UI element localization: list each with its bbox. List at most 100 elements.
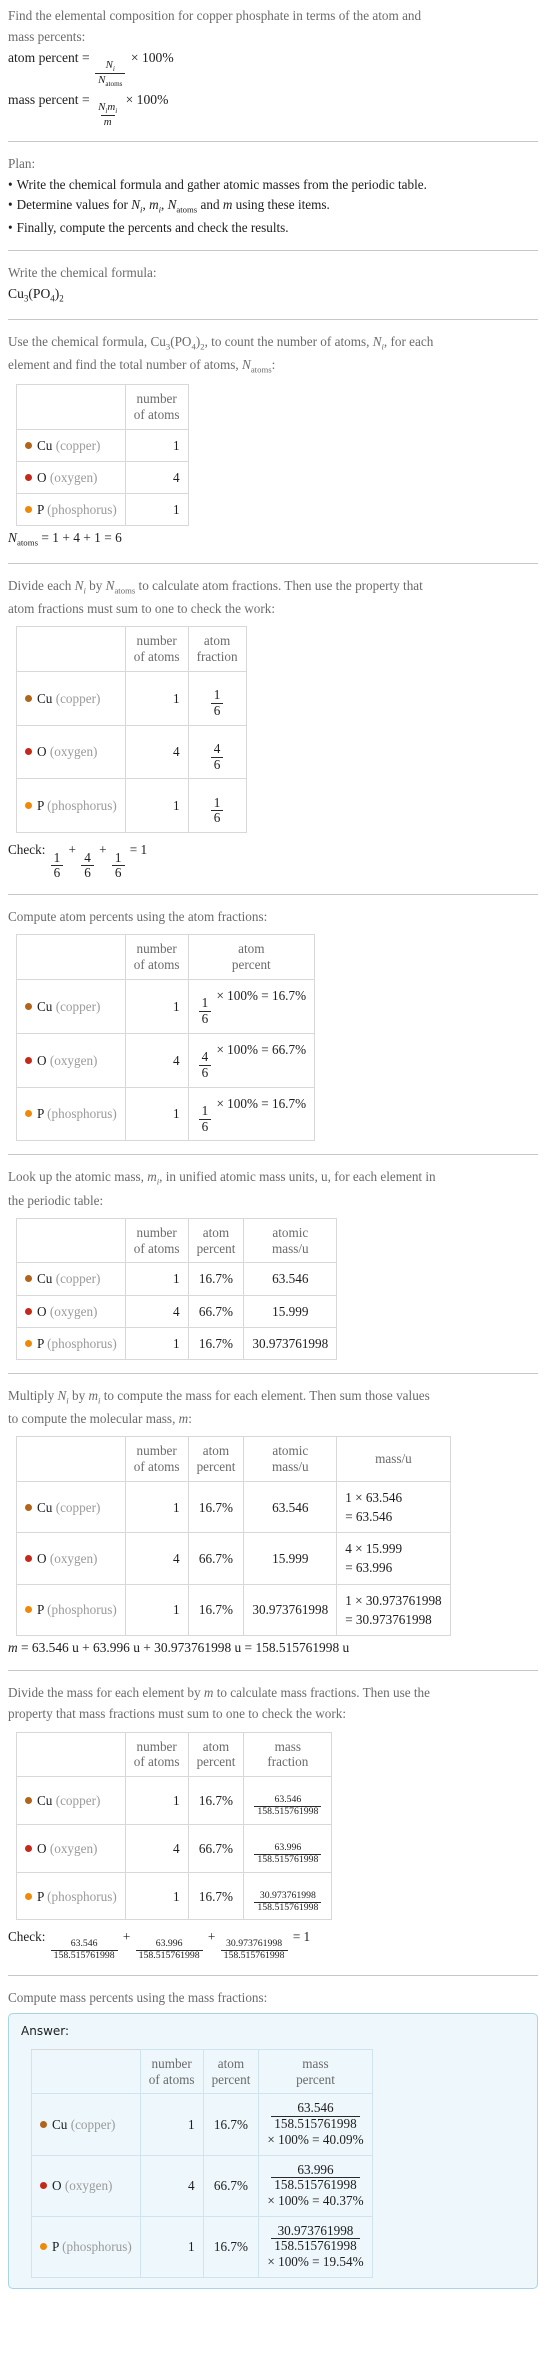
o-color-dot — [25, 1554, 32, 1562]
column-header-atom-percent: atom percent — [187, 1436, 245, 1482]
mass-fraction-cell-p: 30.973761998 158.515761998 — [243, 1871, 333, 1921]
n-sub-i-numerator: N — [105, 58, 113, 71]
count-cell-cu: 1 — [124, 978, 189, 1034]
fraction-cell-o: 46 — [187, 724, 247, 780]
table-row: P (phosphorus) 1 16 — [16, 778, 247, 834]
o-color-dot — [25, 1844, 32, 1852]
element-cell-p: P (phosphorus) — [31, 2215, 141, 2278]
element-cell-o: O (oxygen) — [31, 2154, 141, 2217]
step-prompt-line-1: Divide the mass for each element by m to… — [8, 1685, 430, 1701]
atom-percent-cell-p: 16.7% — [187, 1326, 245, 1360]
mass-percent-cell-o: 63.996 158.515761998 × 100% = 40.37% — [258, 2154, 373, 2217]
answer-label: Answer: — [21, 2024, 70, 2039]
table-corner-cell — [16, 1731, 126, 1778]
step-prompt-line-2: the periodic table: — [8, 1192, 104, 1208]
intro-line-2: mass percents: — [8, 29, 86, 45]
molecular-mass-equation: m = 63.546 u + 63.996 u + 30.973761998 u… — [8, 1639, 350, 1655]
cu-color-dot — [25, 441, 32, 449]
table-row: P (phosphorus) 1 16 × 100% = 16.7% — [16, 1086, 316, 1142]
table-row: O (oxygen) 4 46 — [16, 724, 247, 780]
equals-sign: = — [82, 92, 90, 108]
count-cell-cu: 1 — [124, 1776, 189, 1825]
table-row: O (oxygen) 4 66.7% 63.996 158.515761998 ×… — [31, 2154, 373, 2217]
table-row: Cu (copper) 1 — [16, 428, 189, 462]
step-prompt: Compute atom percents using the atom fra… — [8, 909, 268, 925]
count-cell-cu: 1 — [124, 428, 189, 462]
atom-percent-cell-cu: 16.7% — [187, 1262, 245, 1296]
cu-color-dot — [25, 1797, 32, 1805]
table-row: Cu (copper) 1 16.7% 63.546 158.515761998 … — [31, 2093, 373, 2156]
intro-line-1: Find the elemental composition for coppe… — [8, 8, 422, 23]
element-cell-cu: Cu (copper) — [16, 1262, 126, 1296]
column-header-mass-u: mass/u — [336, 1436, 451, 1482]
column-header-mass-percent: mass percent — [258, 2048, 373, 2095]
column-header-atom-percent: atom percent — [187, 1217, 245, 1264]
step-prompt-line-2: to compute the molecular mass, m: — [8, 1411, 192, 1427]
divider — [8, 1372, 538, 1374]
mass-fraction-table: number of atoms atom percent mass fracti… — [16, 1731, 333, 1921]
equals-sign: = — [81, 50, 90, 66]
o-color-dot — [25, 748, 32, 756]
cu-color-dot — [25, 1275, 32, 1283]
column-header-number-of-atoms: number of atoms — [124, 934, 189, 980]
inline-formula: Cu3(PO4)2 — [150, 333, 205, 352]
step-prompt-line-2: atom fractions must sum to one to check … — [8, 600, 275, 616]
atom-percent-cell-cu: 16.7% — [187, 1480, 245, 1534]
atomic-mass-table: number of atoms atom percent atomic mass… — [16, 1217, 338, 1360]
times-100-percent: × 100% — [125, 92, 169, 108]
step-write-formula: Write the chemical formula: Cu3(PO4)2 — [8, 263, 538, 306]
count-cell-p: 1 — [124, 1583, 189, 1636]
cu-color-dot — [25, 1503, 32, 1511]
table-corner-cell — [16, 934, 126, 980]
column-header-number-of-atoms: number of atoms — [124, 1217, 189, 1264]
plan-title: Plan: — [8, 155, 36, 171]
mass-percent-definition: mass percent = Nimi m × 100% — [8, 90, 538, 128]
cu-color-dot — [25, 694, 32, 702]
cu-color-dot — [25, 1002, 32, 1010]
table-row: P (phosphorus) 1 16.7% 30.973761998 158.5… — [31, 2215, 373, 2278]
element-cell-p: P (phosphorus) — [16, 1871, 126, 1921]
table-row: Cu (copper) 1 16.7% 63.546 1 × 63.546 = 6… — [16, 1480, 451, 1534]
mass-fraction-cell-cu: 63.546 158.515761998 — [243, 1776, 333, 1825]
element-cell-p: P (phosphorus) — [16, 1326, 126, 1360]
atom-count-table: number of atoms Cu (copper) 1 O (oxygen)… — [16, 384, 189, 527]
times-100-percent: × 100% — [130, 50, 174, 66]
element-mass-table: number of atoms atom percent atomic mass… — [16, 1436, 451, 1636]
fraction-cell-p: 16 — [187, 778, 247, 834]
count-cell-p: 1 — [139, 2215, 204, 2278]
element-cell-o: O (oxygen) — [16, 460, 126, 495]
step-prompt-line-2: element and find the total number of ato… — [8, 356, 276, 375]
total-atoms-equation: Natoms = 1 + 4 + 1 = 6 — [8, 530, 122, 548]
atom-fraction-table: number of atoms atom fraction Cu (copper… — [16, 626, 247, 834]
atom-percent-label: atom percent — [8, 50, 79, 66]
count-cell-cu: 1 — [139, 2093, 204, 2156]
column-header-number-of-atoms: number of atoms — [124, 1731, 189, 1778]
count-cell-p: 1 — [124, 1871, 189, 1921]
table-corner-cell — [16, 384, 126, 430]
cu-color-dot — [40, 2120, 47, 2128]
p-color-dot — [40, 2243, 47, 2251]
atom-percent-cell-cu: 16.7% — [202, 2093, 260, 2156]
element-cell-cu: Cu (copper) — [16, 428, 126, 462]
atomic-mass-cell-cu: 63.546 — [243, 1262, 338, 1296]
column-header-mass-fraction: mass fraction — [243, 1731, 333, 1778]
table-row: P (phosphorus) 1 16.7% 30.973761998 — [16, 1326, 338, 1360]
mass-calc-cell-cu: 1 × 63.546 = 63.546 — [336, 1480, 451, 1534]
element-cell-p: P (phosphorus) — [16, 1583, 126, 1636]
column-header-number-of-atoms: number of atoms — [124, 1436, 189, 1482]
atom-percent-cell-cu: 16.7% — [187, 1776, 245, 1825]
step-prompt-line-1: Look up the atomic mass, mi, in unified … — [8, 1169, 436, 1187]
table-row: Cu (copper) 1 16.7% 63.546 158.515761998 — [16, 1776, 333, 1825]
count-cell-cu: 1 — [124, 1262, 189, 1296]
count-cell-p: 1 — [124, 1086, 189, 1142]
column-header-atom-percent: atom percent — [202, 2048, 260, 2095]
answer-pod: Answer: number of atoms atom percent mas… — [8, 2013, 538, 2289]
atom-percent-cell-o: 66.7% — [202, 2154, 260, 2217]
atom-percent-cell-p: 16.7% — [187, 1871, 245, 1921]
element-cell-o: O (oxygen) — [16, 1532, 126, 1585]
count-cell-o: 4 — [124, 1532, 189, 1585]
step-prompt: Compute mass percents using the mass fra… — [8, 1990, 268, 2006]
element-cell-o: O (oxygen) — [16, 1823, 126, 1873]
count-cell-o: 4 — [124, 724, 189, 780]
plan-item-2: Determine values for Ni, mi, Natoms and … — [8, 195, 538, 216]
